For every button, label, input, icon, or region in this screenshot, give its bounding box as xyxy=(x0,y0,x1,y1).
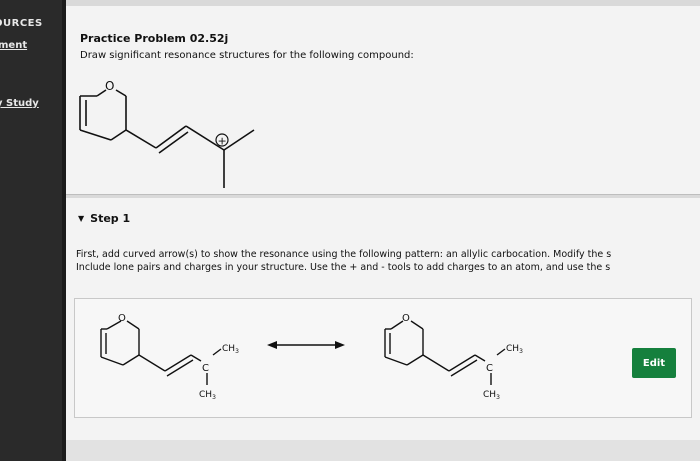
right-methyl-right: CH3 xyxy=(506,344,523,355)
right-oxygen-label: O xyxy=(402,313,410,324)
drawing-canvas[interactable]: O C CH3 CH3 O C CH3 CH3 xyxy=(74,298,692,418)
left-methyl-down: CH3 xyxy=(199,390,216,401)
bottom-panel-edge xyxy=(66,440,700,461)
instruction-line-1: First, add curved arrow(s) to show the r… xyxy=(76,249,612,260)
right-structure: O C CH3 CH3 xyxy=(384,313,523,401)
triangle-down-icon: ▼ xyxy=(78,214,85,223)
charge-label: + xyxy=(218,135,227,148)
sidebar-heading: OURCES xyxy=(0,18,43,29)
left-carbon-label: C xyxy=(202,363,209,374)
sidebar-link-assignment[interactable]: ment xyxy=(0,40,27,51)
step-toggle[interactable]: ▼ Step 1 xyxy=(78,212,130,225)
resonance-structures: O C CH3 CH3 O C CH3 CH3 xyxy=(100,313,523,401)
right-carbon-label: C xyxy=(486,363,493,374)
left-structure: O C CH3 CH3 xyxy=(100,313,239,401)
ring-oxygen-label: O xyxy=(105,79,114,93)
ring-bond xyxy=(115,89,127,97)
step-label: Step 1 xyxy=(90,212,131,225)
edit-button[interactable]: Edit xyxy=(632,348,676,378)
ring-bond xyxy=(79,129,112,141)
resonance-arrow-icon xyxy=(267,341,345,349)
chain-bond xyxy=(125,129,157,149)
instruction-line-2: Include lone pairs and charges in your s… xyxy=(76,262,611,273)
step-panel: ▼ Step 1 First, add curved arrow(s) to s… xyxy=(66,198,700,461)
problem-text: Draw significant resonance structures fo… xyxy=(80,50,414,61)
sidebar-link-study[interactable]: y Study xyxy=(0,98,39,109)
step-instructions: First, add curved arrow(s) to show the r… xyxy=(76,248,696,274)
problem-title: Practice Problem 02.52j xyxy=(80,32,229,45)
right-methyl-down: CH3 xyxy=(483,390,500,401)
compound-structure: O + xyxy=(79,79,255,188)
main-content: Practice Problem 02.52j Draw significant… xyxy=(66,0,700,461)
left-oxygen-label: O xyxy=(118,313,126,324)
left-methyl-right: CH3 xyxy=(222,344,239,355)
ring-bond xyxy=(110,129,127,141)
problem-panel: Practice Problem 02.52j Draw significant… xyxy=(66,6,700,195)
sidebar: OURCES ment y Study xyxy=(0,0,62,461)
